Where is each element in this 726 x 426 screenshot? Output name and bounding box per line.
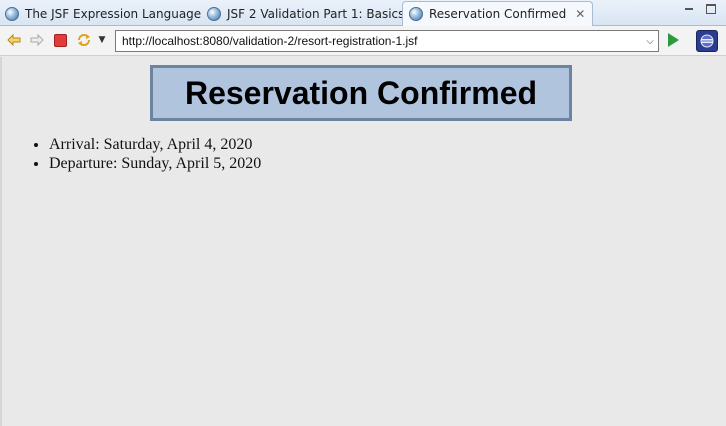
forward-arrow-icon[interactable]	[29, 32, 45, 48]
back-arrow-icon[interactable]	[6, 32, 22, 48]
page-content: Reservation Confirmed Arrival: Saturday,…	[0, 57, 726, 426]
tab-label: JSF 2 Validation Part 1: Basics	[227, 6, 405, 21]
browser-toolbar: ▼ ⌵	[0, 26, 726, 56]
globe-icon	[5, 6, 19, 21]
close-icon[interactable]: ✕	[574, 7, 586, 21]
globe-icon	[409, 7, 423, 21]
maximize-icon[interactable]	[704, 2, 718, 16]
tab-label: The JSF Expression Language	[25, 6, 202, 21]
globe-icon	[207, 6, 221, 21]
list-item-departure: Departure: Sunday, April 5, 2020	[49, 154, 261, 173]
page-title: Reservation Confirmed	[150, 65, 572, 121]
stop-icon[interactable]	[52, 32, 68, 48]
refresh-icon[interactable]	[76, 32, 92, 48]
list-item-arrival: Arrival: Saturday, April 4, 2020	[49, 135, 261, 154]
tab-bar: The JSF Expression Language JSF 2 Valida…	[0, 0, 726, 26]
url-input[interactable]	[116, 31, 642, 51]
url-bar[interactable]: ⌵	[115, 30, 659, 52]
tab-label: Reservation Confirmed	[429, 7, 567, 21]
tab-jsf-validation-basics[interactable]: JSF 2 Validation Part 1: Basics	[207, 2, 404, 25]
window-controls	[682, 2, 718, 16]
tab-jsf-expression-language[interactable]: The JSF Expression Language	[5, 2, 201, 25]
go-icon[interactable]	[668, 33, 679, 47]
reservation-details-list: Arrival: Saturday, April 4, 2020 Departu…	[20, 135, 261, 173]
minimize-icon[interactable]	[682, 2, 696, 16]
tab-reservation-confirmed[interactable]: Reservation Confirmed ✕	[402, 1, 594, 26]
eclipse-icon[interactable]	[696, 30, 718, 52]
chevron-down-icon[interactable]: ⌵	[642, 36, 658, 47]
dropdown-icon[interactable]: ▼	[94, 32, 110, 48]
